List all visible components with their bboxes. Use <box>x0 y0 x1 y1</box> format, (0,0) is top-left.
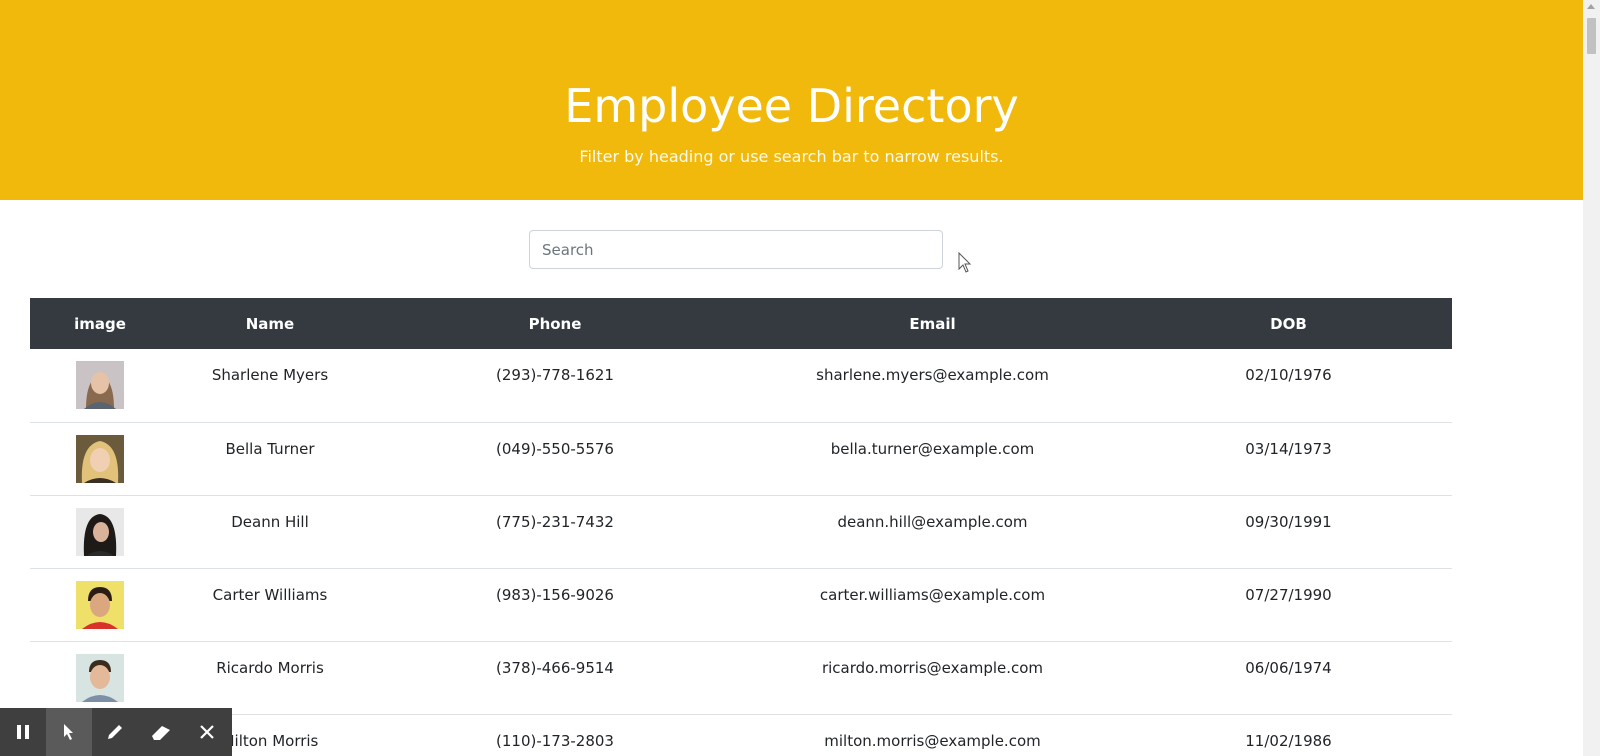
employee-name: Sharlene Myers <box>211 366 329 384</box>
employee-email: ricardo.morris@example.com <box>821 658 1044 677</box>
table-row: Sharlene Myers (293)-778-1621 sharlene.m… <box>30 349 1452 422</box>
employee-phone: (378)-466-9514 <box>496 658 614 677</box>
pen-button[interactable] <box>92 708 138 756</box>
avatar <box>76 361 124 409</box>
table-row: Carter Williams (983)-156-9026 carter.wi… <box>30 568 1452 641</box>
employee-dob: 11/02/1986 <box>1245 731 1332 750</box>
page-header: Employee Directory Filter by heading or … <box>0 0 1583 200</box>
employee-dob: 07/27/1990 <box>1245 585 1332 604</box>
page: Employee Directory Filter by heading or … <box>0 0 1600 756</box>
employee-table: image Name Phone Email DOB Sharlene Myer… <box>30 298 1452 756</box>
annotation-toolbar <box>0 708 232 756</box>
table-row: Ricardo Morris (378)-466-9514 ricardo.mo… <box>30 641 1452 714</box>
employee-email: deann.hill@example.com <box>837 512 1028 531</box>
employee-dob: 06/06/1974 <box>1245 658 1332 677</box>
employee-phone: (983)-156-9026 <box>496 585 614 604</box>
employee-email: sharlene.myers@example.com <box>816 366 1049 384</box>
eraser-icon <box>152 726 170 740</box>
pointer-button[interactable] <box>46 708 92 756</box>
employee-phone: (293)-778-1621 <box>496 366 614 384</box>
employee-dob: 03/14/1973 <box>1245 439 1332 458</box>
search-input[interactable] <box>529 230 943 269</box>
pen-icon <box>108 725 122 739</box>
column-header-image[interactable]: image <box>30 298 170 349</box>
table-header-row: image Name Phone Email DOB <box>30 298 1452 349</box>
pointer-icon <box>64 724 73 740</box>
close-icon <box>200 725 214 739</box>
table-row: Bella Turner (049)-550-5576 bella.turner… <box>30 422 1452 495</box>
employee-phone: (110)-173-2803 <box>496 731 614 750</box>
employee-dob: 02/10/1976 <box>1245 366 1332 384</box>
mouse-cursor-icon <box>958 252 972 273</box>
pause-button[interactable] <box>0 708 46 756</box>
close-button[interactable] <box>184 708 230 756</box>
employee-phone: (049)-550-5576 <box>496 439 614 458</box>
column-header-email[interactable]: Email <box>740 298 1125 349</box>
column-header-phone[interactable]: Phone <box>370 298 740 349</box>
eraser-button[interactable] <box>138 708 184 756</box>
page-title: Employee Directory <box>564 79 1019 133</box>
scroll-up-icon[interactable] <box>1587 4 1595 9</box>
pause-icon <box>17 725 29 739</box>
vertical-scrollbar[interactable] <box>1583 0 1600 756</box>
table-row: Deann Hill (775)-231-7432 deann.hill@exa… <box>30 495 1452 568</box>
avatar <box>76 653 124 702</box>
employee-dob: 09/30/1991 <box>1245 512 1332 531</box>
employee-name: Carter Williams <box>212 585 328 604</box>
employee-name: Bella Turner <box>225 439 315 458</box>
employee-name: Deann Hill <box>231 512 309 531</box>
table-row: Milton Morris (110)-173-2803 milton.morr… <box>30 714 1452 756</box>
employee-email: milton.morris@example.com <box>824 731 1041 750</box>
page-subtitle: Filter by heading or use search bar to n… <box>579 147 1004 166</box>
avatar <box>76 434 124 483</box>
employee-name: Ricardo Morris <box>216 658 324 677</box>
column-header-name[interactable]: Name <box>170 298 370 349</box>
employee-email: bella.turner@example.com <box>830 439 1035 458</box>
employee-email: carter.williams@example.com <box>819 585 1046 604</box>
avatar <box>76 507 124 556</box>
scrollbar-thumb[interactable] <box>1587 18 1596 54</box>
avatar <box>76 580 124 629</box>
employee-phone: (775)-231-7432 <box>496 512 614 531</box>
column-header-dob[interactable]: DOB <box>1125 298 1452 349</box>
